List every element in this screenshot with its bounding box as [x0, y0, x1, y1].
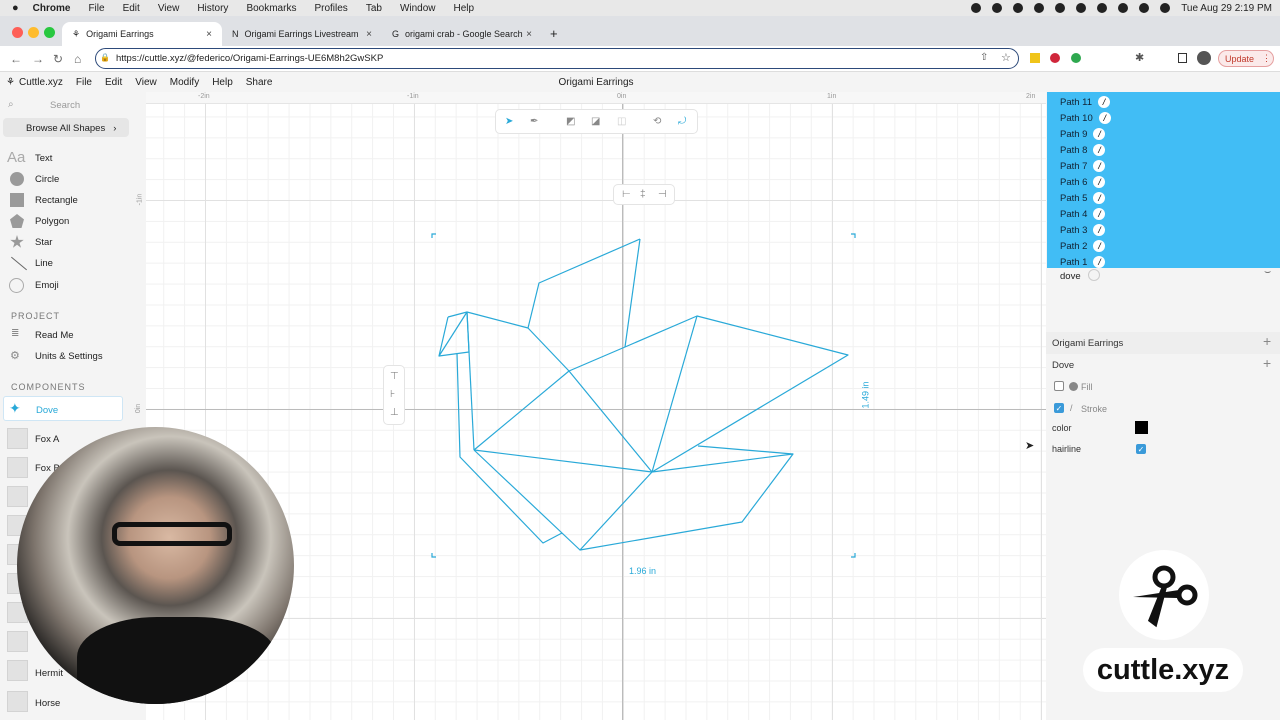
selection-corner-handle[interactable] [431, 553, 436, 558]
layer-label: Path 5 [1060, 192, 1088, 204]
layer-dove-group[interactable]: dove [1060, 271, 1081, 282]
layer-label: Path 8 [1060, 144, 1088, 156]
layer-path-4[interactable]: Path 4 / [1060, 206, 1106, 222]
layer-path-8[interactable]: Path 8 / [1060, 142, 1106, 158]
dove-path-segment[interactable] [697, 445, 794, 455]
component-name[interactable]: Dove [1052, 360, 1074, 371]
cuttle-watermark: cuttle.xyz [1083, 648, 1243, 692]
chevron-down-icon[interactable]: ⌣ [1264, 266, 1271, 279]
color-label: color [1052, 423, 1072, 433]
dove-path-segment[interactable] [466, 311, 475, 451]
stroke-label: Stroke [1081, 404, 1108, 414]
cuttle-scissors-logo [1119, 550, 1209, 640]
path-icon: / [1093, 192, 1106, 204]
dove-path-segment[interactable] [624, 238, 641, 348]
shirt [77, 617, 277, 704]
right-panel: Path 11/Path 10/Path 9/Path 8/Path 7/Pat… [1046, 92, 1280, 720]
path-icon: / [1093, 256, 1106, 268]
layer-path-9[interactable]: Path 9 / [1060, 126, 1106, 142]
layer-path-6[interactable]: Path 6 / [1060, 174, 1106, 190]
webcam-video [17, 427, 294, 704]
layer-label: Path 11 [1060, 96, 1093, 108]
layer-label: Path 4 [1060, 208, 1088, 220]
path-icon: / [1098, 96, 1111, 108]
layer-path-3[interactable]: Path 3 / [1060, 222, 1106, 238]
stroke-icon: / [1070, 403, 1073, 413]
path-icon: / [1093, 128, 1106, 140]
layer-path-11[interactable]: Path 11 / [1060, 94, 1111, 110]
hairline-checkbox[interactable]: ✓ [1136, 444, 1146, 454]
path-icon: / [1093, 144, 1106, 156]
layer-label: Path 1 [1060, 256, 1088, 268]
selection-corner-handle[interactable] [851, 233, 856, 238]
hairline-label: hairline [1052, 444, 1082, 454]
layer-path-10[interactable]: Path 10 / [1060, 110, 1111, 126]
fill-checkbox[interactable] [1054, 381, 1064, 391]
transform-icon [1088, 269, 1100, 281]
layer-path-7[interactable]: Path 7 / [1060, 158, 1106, 174]
mouse-cursor-icon: ➤ [1025, 440, 1035, 452]
dove-path-segment[interactable] [527, 238, 641, 329]
layer-label: Path 3 [1060, 224, 1088, 236]
path-icon: / [1098, 112, 1111, 124]
path-icon: / [1093, 176, 1106, 188]
height-dimension-label: 1.49 in [860, 381, 871, 409]
fill-label: Fill [1081, 382, 1093, 392]
layer-path-2[interactable]: Path 2 / [1060, 238, 1106, 254]
path-icon: / [1093, 208, 1106, 220]
dove-path-segment[interactable] [456, 352, 563, 544]
layer-path-1[interactable]: Path 1 / [1060, 254, 1106, 270]
dove-path-segment[interactable] [473, 449, 581, 551]
path-icon: / [1093, 160, 1106, 172]
path-icon: / [1093, 240, 1106, 252]
dove-path-segment[interactable] [473, 449, 653, 473]
layer-label: Path 10 [1060, 112, 1093, 124]
color-swatch[interactable] [1135, 421, 1148, 434]
layer-label: Path 2 [1060, 240, 1088, 252]
stroke-checkbox[interactable]: ✓ [1054, 403, 1064, 413]
selection-corner-handle[interactable] [851, 553, 856, 558]
selection-corner-handle[interactable] [431, 233, 436, 238]
layer-label: Path 7 [1060, 160, 1088, 172]
path-icon: / [1093, 224, 1106, 236]
add-parameter-component-icon[interactable]: + [1263, 355, 1271, 371]
dove-path-segment[interactable] [579, 453, 794, 551]
add-parameter-project-icon[interactable]: + [1263, 333, 1271, 349]
dove-path-segment[interactable] [438, 311, 468, 357]
layer-label: Path 6 [1060, 176, 1088, 188]
fill-icon [1069, 382, 1078, 391]
glasses [112, 522, 232, 546]
dove-path-segment[interactable] [473, 315, 849, 473]
layer-path-5[interactable]: Path 5 / [1060, 190, 1106, 206]
width-dimension-label: 1.96 in [629, 566, 657, 576]
project-name[interactable]: Origami Earrings [1052, 338, 1123, 349]
dove-path-segment[interactable] [466, 311, 653, 473]
layer-label: Path 9 [1060, 128, 1088, 140]
